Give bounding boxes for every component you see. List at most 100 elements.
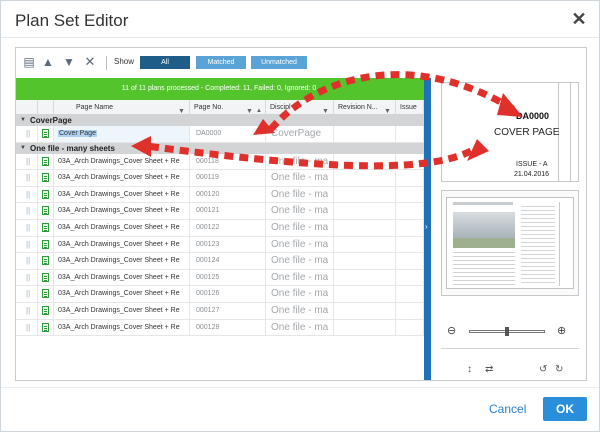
- revision-cell[interactable]: [334, 219, 396, 236]
- table-row[interactable]: || 03A_Arch Drawings_Cover Sheet + Re 0001…: [16, 203, 424, 220]
- issue-cell[interactable]: [396, 126, 424, 142]
- issue-cell[interactable]: [396, 153, 424, 170]
- cancel-button[interactable]: Cancel: [489, 402, 526, 416]
- drag-handle-icon[interactable]: ||: [16, 253, 38, 270]
- discipline-cell[interactable]: One file - ma: [266, 170, 334, 187]
- drag-handle-icon[interactable]: ||: [16, 153, 38, 170]
- filter-all-button[interactable]: All: [140, 56, 190, 69]
- group-one-file-many-sheets[interactable]: ▼ One file - many sheets: [16, 142, 424, 154]
- page-no-cell[interactable]: DA0000: [190, 126, 266, 142]
- issue-cell[interactable]: [396, 203, 424, 220]
- header-page-no[interactable]: Page No. ▼ ▲: [190, 100, 266, 115]
- discipline-cell[interactable]: One file - ma: [266, 186, 334, 203]
- revision-cell[interactable]: [334, 126, 396, 142]
- header-revision[interactable]: Revision N... ▼: [334, 100, 396, 115]
- issue-cell[interactable]: [396, 186, 424, 203]
- revision-cell[interactable]: [334, 319, 396, 336]
- table-row[interactable]: || 03A_Arch Drawings_Cover Sheet + Re 0001…: [16, 219, 424, 237]
- table-row[interactable]: || 03A_Arch Drawings_Cover Sheet + Re 0001…: [16, 302, 424, 320]
- ok-button[interactable]: OK: [543, 397, 587, 421]
- discipline-cell[interactable]: One file - ma: [266, 269, 334, 286]
- page-no-cell[interactable]: 000121: [190, 203, 266, 220]
- page-no-cell[interactable]: 000120: [190, 186, 266, 203]
- page-no-cell[interactable]: 000118: [190, 153, 266, 170]
- rotate-left-icon[interactable]: ↺: [539, 364, 547, 375]
- discipline-cell[interactable]: One file - ma: [266, 319, 334, 336]
- drag-handle-icon[interactable]: ||: [16, 319, 38, 336]
- discipline-cell[interactable]: One file - ma: [266, 253, 334, 270]
- zoom-slider[interactable]: [469, 327, 545, 336]
- sort-ascending-icon[interactable]: ▲: [256, 104, 262, 115]
- page-name-cell[interactable]: 03A_Arch Drawings_Cover Sheet + Re: [54, 286, 190, 303]
- filter-matched-button[interactable]: Matched: [196, 56, 246, 69]
- table-row[interactable]: || 03A_Arch Drawings_Cover Sheet + Re 0001…: [16, 319, 424, 337]
- revision-cell[interactable]: [334, 253, 396, 270]
- revision-cell[interactable]: [334, 286, 396, 303]
- revision-cell[interactable]: [334, 203, 396, 220]
- page-no-cell[interactable]: 000128: [190, 319, 266, 336]
- zoom-out-icon[interactable]: ⊖: [447, 324, 456, 337]
- table-row[interactable]: || 03A_Arch Drawings_Cover Sheet + Re 0001…: [16, 186, 424, 204]
- revision-cell[interactable]: [334, 186, 396, 203]
- page-name-cell[interactable]: 03A_Arch Drawings_Cover Sheet + Re: [54, 219, 190, 236]
- page-no-cell[interactable]: 000123: [190, 236, 266, 253]
- page-name-cell[interactable]: 03A_Arch Drawings_Cover Sheet + Re: [54, 170, 190, 187]
- flip-vertical-icon[interactable]: ↕: [467, 364, 472, 375]
- table-row[interactable]: || 03A_Arch Drawings_Cover Sheet + Re 0001…: [16, 170, 424, 187]
- move-down-icon[interactable]: ▼: [62, 55, 76, 69]
- issue-cell[interactable]: [396, 269, 424, 286]
- rotate-right-icon[interactable]: ↻: [555, 364, 563, 375]
- flip-horizontal-icon[interactable]: ⇄: [485, 364, 493, 375]
- page-name-cell[interactable]: 03A_Arch Drawings_Cover Sheet + Re: [54, 253, 190, 270]
- delete-icon[interactable]: ✕: [83, 55, 97, 69]
- chevron-right-icon[interactable]: ›: [425, 222, 428, 231]
- drag-handle-icon[interactable]: ||: [16, 219, 38, 236]
- filter-icon[interactable]: ▼: [384, 104, 391, 115]
- filter-icon[interactable]: ▼: [178, 104, 185, 115]
- page-no-cell[interactable]: 000127: [190, 302, 266, 319]
- page-name-cell[interactable]: 03A_Arch Drawings_Cover Sheet + Re: [54, 236, 190, 253]
- header-page-name[interactable]: Page Name ▼: [54, 100, 190, 115]
- page-name-cell[interactable]: 03A_Arch Drawings_Cover Sheet + Re: [54, 269, 190, 286]
- revision-cell[interactable]: [334, 153, 396, 170]
- zoom-slider-knob[interactable]: [505, 327, 509, 336]
- move-up-icon[interactable]: ▲: [41, 55, 55, 69]
- drag-handle-icon[interactable]: ||: [16, 186, 38, 203]
- drag-handle-icon[interactable]: ||: [16, 170, 38, 187]
- discipline-cell[interactable]: CoverPage: [266, 126, 334, 142]
- discipline-cell[interactable]: One file - ma: [266, 153, 334, 170]
- discipline-cell[interactable]: One file - ma: [266, 236, 334, 253]
- page-name-cell[interactable]: 03A_Arch Drawings_Cover Sheet + Re: [54, 319, 190, 336]
- issue-cell[interactable]: [396, 302, 424, 319]
- page-name-cell[interactable]: 03A_Arch Drawings_Cover Sheet + Re: [54, 203, 190, 220]
- filter-unmatched-button[interactable]: Unmatched: [251, 56, 307, 69]
- issue-cell[interactable]: [396, 236, 424, 253]
- panel-splitter[interactable]: ›: [424, 78, 431, 380]
- table-row[interactable]: || Cover Page DA0000 CoverPage: [16, 126, 424, 143]
- issue-cell[interactable]: [396, 219, 424, 236]
- add-files-icon[interactable]: ▤: [22, 55, 36, 69]
- page-name-cell[interactable]: 03A_Arch Drawings_Cover Sheet + Re: [54, 153, 190, 170]
- drag-handle-icon[interactable]: ||: [16, 236, 38, 253]
- page-no-cell[interactable]: 000126: [190, 286, 266, 303]
- page-name-cell[interactable]: 03A_Arch Drawings_Cover Sheet + Re: [54, 302, 190, 319]
- table-row[interactable]: || 03A_Arch Drawings_Cover Sheet + Re 0001…: [16, 236, 424, 254]
- drag-handle-icon[interactable]: ||: [16, 286, 38, 303]
- table-row[interactable]: || 03A_Arch Drawings_Cover Sheet + Re 0001…: [16, 269, 424, 287]
- collapse-icon[interactable]: ▼: [20, 143, 26, 154]
- preview-sheet-thumbnail[interactable]: [441, 190, 579, 296]
- revision-cell[interactable]: [334, 302, 396, 319]
- page-name-value[interactable]: Cover Page: [58, 130, 97, 137]
- issue-cell[interactable]: [396, 170, 424, 187]
- drag-handle-icon[interactable]: ||: [16, 269, 38, 286]
- header-discipline[interactable]: Discipl ▼: [266, 100, 334, 115]
- revision-cell[interactable]: [334, 236, 396, 253]
- close-icon[interactable]: ✕: [569, 9, 589, 29]
- drag-handle-icon[interactable]: ||: [16, 126, 38, 142]
- page-no-cell[interactable]: 000124: [190, 253, 266, 270]
- discipline-cell[interactable]: One file - ma: [266, 219, 334, 236]
- discipline-cell[interactable]: One file - ma: [266, 286, 334, 303]
- drag-handle-icon[interactable]: ||: [16, 203, 38, 220]
- issue-cell[interactable]: [396, 286, 424, 303]
- revision-cell[interactable]: [334, 269, 396, 286]
